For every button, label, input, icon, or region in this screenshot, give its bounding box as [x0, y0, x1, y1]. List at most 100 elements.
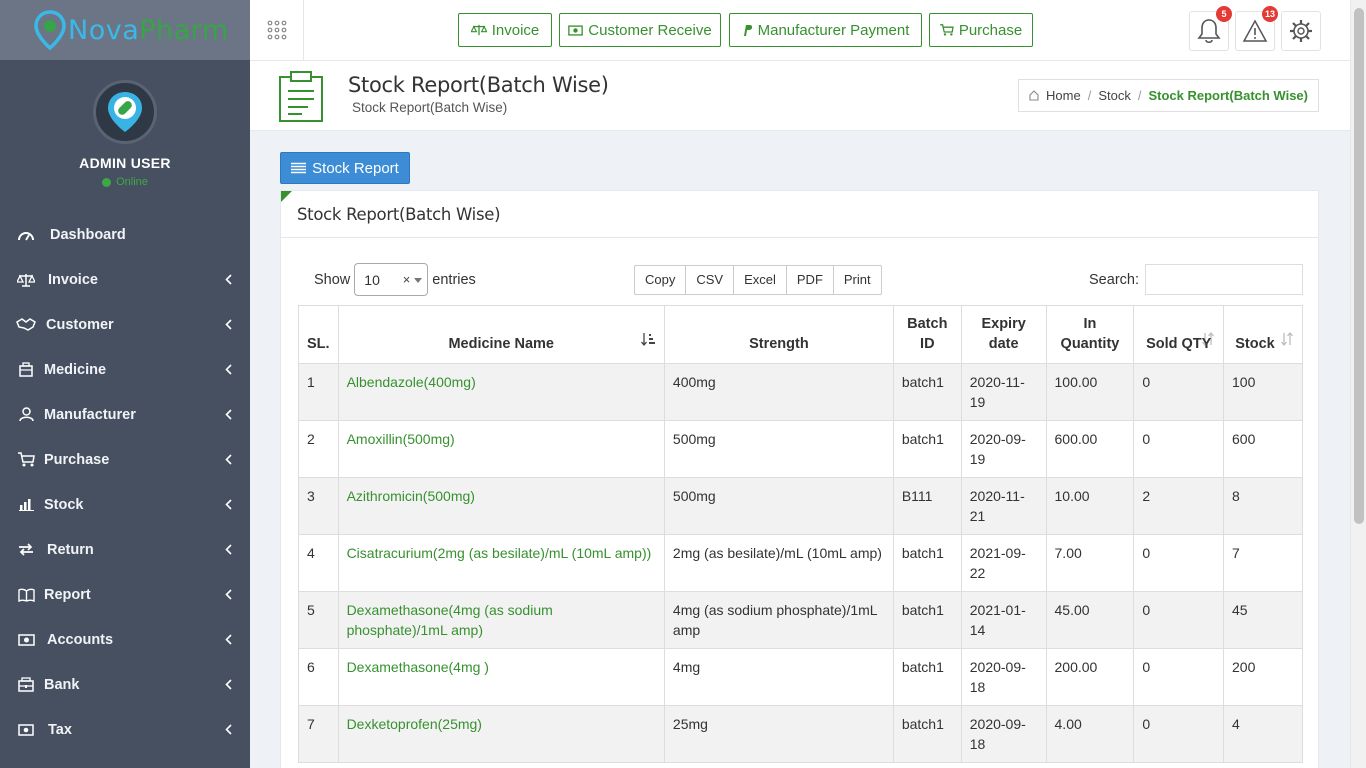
medicine-link[interactable]: Azithromicin(500mg)	[337, 477, 665, 535]
cell-in-quantity: 100.00	[1045, 363, 1135, 421]
sidebar-item-customer[interactable]: Customer	[0, 302, 250, 347]
notifications-badge: 5	[1216, 6, 1232, 22]
sidebar-item-purchase[interactable]: Purchase	[0, 437, 250, 482]
sidebar-item-manufacturer[interactable]: Manufacturer	[0, 392, 250, 437]
briefcase-icon	[16, 362, 36, 377]
sidebar-item-label: Bank	[44, 676, 80, 693]
stock-report-panel: Stock Report(Batch Wise) Show 10 × entri…	[280, 190, 1319, 768]
page-header: Stock Report(Batch Wise) Stock Report(Ba…	[250, 61, 1350, 131]
sidebar-item-invoice[interactable]: Invoice	[0, 257, 250, 302]
sort-icon	[1281, 331, 1293, 352]
cell-sl: 1	[298, 363, 339, 421]
export-buttons: Copy CSV Excel PDF Print	[634, 265, 882, 295]
sidebar-menu: Dashboard Invoice Customer Medicine Manu…	[0, 212, 250, 752]
quick-customer-receive-button[interactable]: Customer Receive	[559, 13, 721, 47]
quick-invoice-button[interactable]: Invoice	[458, 13, 552, 47]
avatar[interactable]	[93, 80, 157, 144]
col-batch-id[interactable]: Batch ID	[892, 305, 962, 364]
cart-icon	[16, 452, 36, 467]
col-in-quantity[interactable]: In Quantity	[1045, 305, 1135, 364]
pdf-button[interactable]: PDF	[786, 265, 834, 295]
cell-sl: 4	[298, 534, 339, 592]
alerts-button[interactable]: 13	[1235, 6, 1278, 51]
sidebar-item-label: Customer	[46, 316, 114, 333]
excel-button[interactable]: Excel	[734, 265, 787, 295]
cell-strength: 500mg	[663, 477, 894, 535]
medicine-link[interactable]: Albendazole(400mg)	[337, 363, 665, 421]
chevron-left-icon	[225, 588, 232, 604]
medicine-link[interactable]: Amoxillin(500mg)	[337, 420, 665, 478]
cell-expiry-date: 2021-01-14	[960, 591, 1047, 649]
sidebar-item-report[interactable]: Report	[0, 572, 250, 617]
table-row: 6 Dexamethasone(4mg ) 4mg batch1 2020-09…	[298, 648, 1303, 706]
medicine-link[interactable]: Dexamethasone(4mg )	[337, 648, 665, 706]
cell-stock: 600	[1223, 420, 1303, 478]
cell-sl: 5	[298, 591, 339, 649]
panel-corner-marker	[281, 191, 292, 202]
notifications-button[interactable]: 5	[1189, 6, 1232, 51]
sidebar-item-stock[interactable]: Stock	[0, 482, 250, 527]
copy-button[interactable]: Copy	[634, 265, 687, 295]
apps-grid-button[interactable]	[250, 0, 304, 60]
medicine-link[interactable]: Cisatracurium(2mg (as besilate)/mL (10mL…	[337, 534, 665, 592]
medicine-link[interactable]: Dexketoprofen(25mg)	[337, 705, 665, 763]
col-sold-qty[interactable]: Sold QTY	[1133, 305, 1224, 364]
cell-expiry-date: 2020-11-21	[960, 477, 1047, 535]
quick-purchase-button[interactable]: Purchase	[929, 13, 1033, 47]
sidebar-item-return[interactable]: Return	[0, 527, 250, 572]
sidebar-item-label: Report	[44, 586, 91, 603]
pill-pin-icon	[108, 92, 142, 132]
chevron-left-icon	[225, 633, 232, 649]
table-header-row: SL. Medicine Name Strength Batch ID Expi…	[298, 305, 1303, 364]
cart-icon	[940, 24, 954, 36]
csv-button[interactable]: CSV	[686, 265, 735, 295]
chevron-left-icon	[225, 678, 232, 694]
breadcrumb-separator: /	[1137, 88, 1142, 103]
breadcrumb-stock[interactable]: Stock	[1098, 88, 1131, 103]
chevron-left-icon	[225, 453, 232, 469]
cell-batch-id: batch1	[892, 363, 962, 421]
bar-chart-icon	[16, 498, 36, 511]
scrollbar-thumb[interactable]	[1354, 8, 1364, 524]
cell-expiry-date: 2020-11-19	[960, 363, 1047, 421]
dropdown-arrow-icon	[414, 278, 423, 283]
balance-scale-icon	[470, 24, 487, 36]
breadcrumb-current: Stock Report(Batch Wise)	[1148, 88, 1308, 103]
sidebar-item-accounts[interactable]: Accounts	[0, 617, 250, 662]
search-input[interactable]	[1145, 264, 1303, 295]
sidebar-item-bank[interactable]: Bank	[0, 662, 250, 707]
col-sl[interactable]: SL.	[298, 305, 339, 364]
home-icon	[1029, 90, 1039, 101]
paypal-icon	[743, 24, 752, 36]
top-header: Invoice Customer Receive Manufacturer Pa…	[250, 0, 1350, 61]
page-length-value: 10	[364, 271, 380, 288]
sidebar-item-medicine[interactable]: Medicine	[0, 347, 250, 392]
cell-batch-id: batch1	[892, 705, 962, 763]
settings-button[interactable]	[1281, 11, 1321, 51]
search-label: Search:	[1089, 271, 1139, 288]
cell-sold-qty: 0	[1133, 534, 1224, 592]
breadcrumb: Home / Stock / Stock Report(Batch Wise)	[1018, 79, 1319, 112]
print-button[interactable]: Print	[833, 265, 882, 295]
cell-in-quantity: 200.00	[1045, 648, 1135, 706]
breadcrumb-home[interactable]: Home	[1046, 88, 1081, 103]
clear-icon[interactable]: ×	[403, 272, 411, 287]
quick-manufacturer-payment-button[interactable]: Manufacturer Payment	[729, 13, 922, 47]
cell-stock: 8	[1223, 477, 1303, 535]
tax-icon	[16, 723, 36, 736]
online-dot-icon	[102, 177, 112, 187]
list-icon	[291, 162, 307, 174]
sidebar-item-tax[interactable]: Tax	[0, 707, 250, 752]
sidebar-item-dashboard[interactable]: Dashboard	[0, 212, 250, 257]
col-expiry-date[interactable]: Expiry date	[960, 305, 1047, 364]
medicine-link[interactable]: Dexamethasone(4mg (as sodium phosphate)/…	[337, 591, 665, 649]
book-icon	[16, 588, 36, 602]
page-length-select[interactable]: 10 ×	[354, 263, 429, 296]
cell-batch-id: batch1	[892, 420, 962, 478]
col-stock[interactable]: Stock	[1223, 305, 1303, 364]
col-medicine-name[interactable]: Medicine Name	[337, 305, 665, 364]
page-scrollbar[interactable]	[1350, 0, 1366, 768]
stock-report-button[interactable]: Stock Report	[280, 152, 410, 184]
logo[interactable]: NovaPharm	[0, 0, 250, 60]
col-strength[interactable]: Strength	[663, 305, 894, 364]
